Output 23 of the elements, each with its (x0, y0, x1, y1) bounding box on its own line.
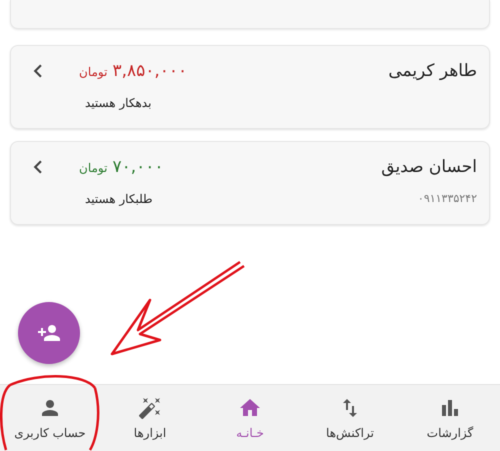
contact-card[interactable]: طاهر کریمی ۳,۸۵۰,۰۰۰ تومان بدهکار هستید (10, 45, 490, 129)
phone-number: ۰۹۱۱۳۳۵۲۴۲ (418, 192, 477, 206)
currency-label: تومان (79, 65, 108, 79)
balance-amount: ۳,۸۵۰,۰۰۰ (112, 61, 188, 81)
nav-tab[interactable]: خـانـه (200, 385, 300, 451)
tab-label: حساب کاربری (14, 426, 86, 440)
contact-name: طاهر کریمی (388, 61, 477, 81)
nav-tab[interactable]: حساب کاربری (0, 385, 100, 451)
contact-card[interactable]: احسان صدیق ۷۰,۰۰۰ تومان ۰۹۱۱۳۳۵۲۴۲ طلبکار هستید (10, 141, 490, 225)
currency-label: تومان (79, 161, 108, 175)
balance-amount: ۷۰,۰۰۰ (112, 157, 164, 177)
contact-name: احسان صدیق (381, 157, 477, 177)
balance-status: بدهکار هستید (85, 96, 152, 110)
add-contact-button[interactable] (18, 302, 80, 364)
balance-status: طلبکار هستید (85, 192, 153, 206)
nav-tab[interactable]: ابزارها (100, 385, 200, 451)
nav-tab[interactable]: گزارشات (400, 385, 500, 451)
tab-label: گزارشات (426, 426, 474, 440)
tab-label: تراکنش‌ها (326, 426, 374, 440)
tab-label: ابزارها (134, 426, 166, 440)
magic-wand-icon (138, 396, 162, 420)
nav-tab[interactable]: تراکنش‌ها (300, 385, 400, 451)
tab-label: خـانـه (236, 426, 264, 440)
